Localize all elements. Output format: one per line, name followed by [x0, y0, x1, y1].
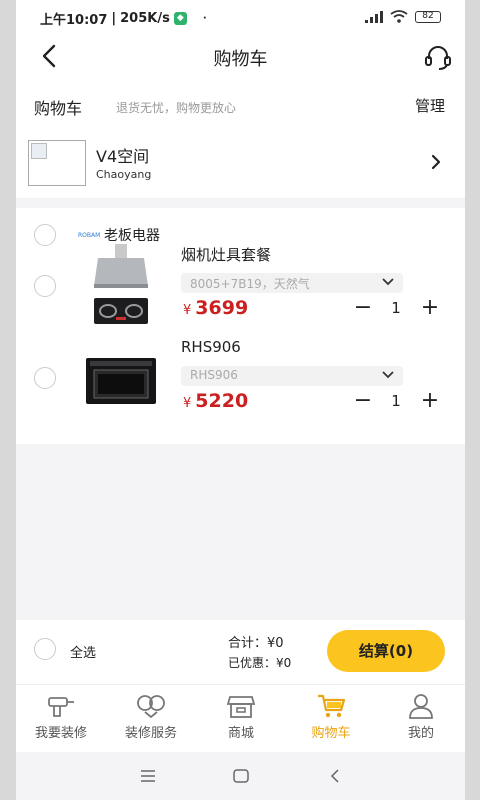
range-hood-image[interactable]: [88, 244, 154, 326]
tab-services[interactable]: 装修服务: [106, 693, 196, 741]
signal-icon: [365, 10, 383, 23]
store-icon: [226, 696, 256, 718]
menu-icon[interactable]: [140, 770, 156, 782]
battery-icon: 82: [415, 10, 441, 23]
phone-screen: 上午10:07 | 205K/s ◆ · 82 购物车 购物车 退货无忧，购物更…: [16, 0, 465, 800]
price-value: 3699: [195, 297, 249, 319]
notification-dot: ·: [202, 13, 207, 24]
price-value: 5220: [195, 390, 249, 412]
tab-label: 购物车: [311, 726, 351, 741]
tab-store[interactable]: 商城: [196, 693, 286, 741]
space-area: Chaoyang: [96, 168, 152, 181]
item-price: ¥3699: [183, 297, 248, 319]
item-price: ¥5220: [183, 390, 248, 412]
tab-label: 商城: [227, 726, 254, 741]
tab-label: 我的: [407, 726, 434, 741]
cart-tagline: 退货无忧，购物更放心: [116, 101, 237, 115]
increase-quantity-button[interactable]: +: [420, 390, 440, 412]
tab-label: 我要装修: [34, 726, 87, 741]
drill-icon: [48, 697, 74, 717]
select-all-label[interactable]: 全选: [70, 642, 96, 661]
currency-symbol: ¥: [183, 303, 192, 318]
cart-label: 购物车: [34, 99, 83, 118]
decrease-quantity-button[interactable]: −: [353, 297, 373, 319]
spec-value: RHS906: [190, 368, 238, 382]
space-thumbnail: [28, 140, 86, 186]
space-name: V4空间: [96, 147, 150, 166]
chevron-down-icon: [382, 278, 394, 286]
oven-image[interactable]: [86, 358, 156, 404]
item-checkbox[interactable]: [34, 275, 56, 297]
brand-checkbox[interactable]: [34, 224, 56, 246]
discount-amount: 已优惠：¥0: [228, 654, 291, 671]
item-name: 烟机灶具套餐: [181, 246, 272, 264]
tab-profile[interactable]: 我的: [376, 693, 465, 741]
network-speed: 205K/s: [120, 11, 170, 26]
system-nav-bar: [16, 752, 465, 800]
item-name: RHS906: [181, 338, 241, 356]
quantity-value[interactable]: 1: [386, 392, 406, 410]
shield-icon: ◆: [173, 12, 187, 25]
decrease-quantity-button[interactable]: −: [353, 390, 373, 412]
item-checkbox[interactable]: [34, 367, 56, 389]
manage-button[interactable]: 管理: [415, 95, 445, 116]
back-icon[interactable]: [329, 769, 341, 783]
brand-name: 老板电器: [104, 228, 160, 244]
tab-renovate[interactable]: 我要装修: [16, 693, 106, 741]
status-time: 上午10:07: [40, 13, 108, 28]
wifi-icon: [390, 10, 408, 23]
checkout-button[interactable]: 结算(0): [327, 630, 445, 672]
cart-icon: [318, 694, 346, 718]
select-all-checkbox[interactable]: [34, 638, 56, 660]
space-selector[interactable]: V4空间 Chaoyang: [16, 132, 465, 198]
tab-cart[interactable]: 购物车: [286, 693, 376, 741]
total-amount: 合计：¥0: [228, 632, 284, 651]
profile-icon: [409, 694, 433, 719]
spec-selector[interactable]: RHS906: [181, 366, 403, 386]
headset-icon[interactable]: [423, 42, 453, 72]
chevron-down-icon: [382, 371, 394, 379]
discount-label: 已优惠：: [228, 656, 277, 670]
total-value: ¥0: [267, 636, 284, 651]
spec-value: 8005+7B19，天然气: [190, 277, 310, 291]
app-header: 购物车: [16, 34, 465, 78]
home-icon[interactable]: [233, 769, 249, 783]
quantity-value[interactable]: 1: [386, 299, 406, 317]
brand-logo: ROBAM: [78, 232, 101, 239]
status-bar: 上午10:07 | 205K/s ◆ · 82: [16, 0, 465, 34]
discount-value: ¥0: [276, 656, 292, 670]
spec-selector[interactable]: 8005+7B19，天然气: [181, 273, 403, 293]
currency-symbol: ¥: [183, 396, 192, 411]
total-label: 合计：: [228, 636, 268, 651]
increase-quantity-button[interactable]: +: [420, 297, 440, 319]
cart-list: ROBAM 老板电器 烟机灶具套餐 8005+7B19，天然气 ¥ 3699 −…: [16, 208, 465, 444]
cart-subheader: 购物车 退货无忧，购物更放心 管理: [16, 78, 465, 132]
tab-label: 装修服务: [124, 726, 177, 741]
checkout-bar: 全选 合计：¥0 已优惠：¥0 结算(0): [16, 620, 465, 684]
service-mask-icon: [137, 695, 165, 719]
chevron-right-icon[interactable]: [429, 152, 443, 172]
page-title: 购物车: [213, 49, 268, 70]
bottom-tab-bar: 我要装修 装修服务 商城 购物车 我的: [16, 684, 465, 752]
